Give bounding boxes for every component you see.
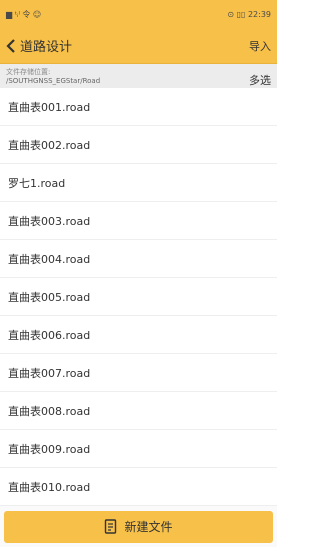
new-document-icon xyxy=(104,518,118,535)
file-list-item[interactable]: 直曲表007.road xyxy=(0,354,277,392)
file-list-item[interactable]: 直曲表001.road xyxy=(0,88,277,126)
file-list: 直曲表001.road 直曲表002.road 罗七1.road 直曲表003.… xyxy=(0,88,277,506)
storage-path-value: /SOUTHGNSS_EGStar/Road xyxy=(6,77,101,85)
app-bar: 道路设计 导入 xyxy=(0,28,277,64)
status-right: ⊙ ▯▯ 22:39 xyxy=(227,10,271,19)
page-title: 道路设计 xyxy=(20,40,73,55)
status-clock: ⊙ ▯▯ 22:39 xyxy=(227,9,271,19)
app-bar-left: 道路设计 xyxy=(4,36,72,55)
file-list-item[interactable]: 直曲表010.road xyxy=(0,468,277,506)
file-list-item[interactable]: 直曲表006.road xyxy=(0,316,277,354)
import-button[interactable]: 导入 xyxy=(249,38,271,54)
file-list-item[interactable]: 直曲表004.road xyxy=(0,240,277,278)
status-left: ▆ ᵗᵢˡ 令 ☺ xyxy=(6,9,41,20)
file-list-item[interactable]: 直曲表005.road xyxy=(0,278,277,316)
new-file-label: 新建文件 xyxy=(124,520,173,534)
storage-path-label: 文件存储位置: xyxy=(6,68,51,76)
file-list-item[interactable]: 直曲表002.road xyxy=(0,126,277,164)
status-bar: ▆ ᵗᵢˡ 令 ☺ ⊙ ▯▯ 22:39 xyxy=(0,0,277,28)
multi-select-button[interactable]: 多选 xyxy=(249,72,271,88)
back-arrow-icon[interactable] xyxy=(4,37,18,55)
new-file-button[interactable]: 新建文件 xyxy=(4,510,273,543)
file-list-item[interactable]: 罗七1.road xyxy=(0,164,277,202)
file-list-item[interactable]: 直曲表008.road xyxy=(0,392,277,430)
status-icons-left: ▆ ᵗᵢˡ 令 ☺ xyxy=(6,9,42,19)
bottom-bar: 新建文件 xyxy=(0,506,277,547)
file-list-item[interactable]: 直曲表003.road xyxy=(0,202,277,240)
file-list-item[interactable]: 直曲表009.road xyxy=(0,430,277,468)
